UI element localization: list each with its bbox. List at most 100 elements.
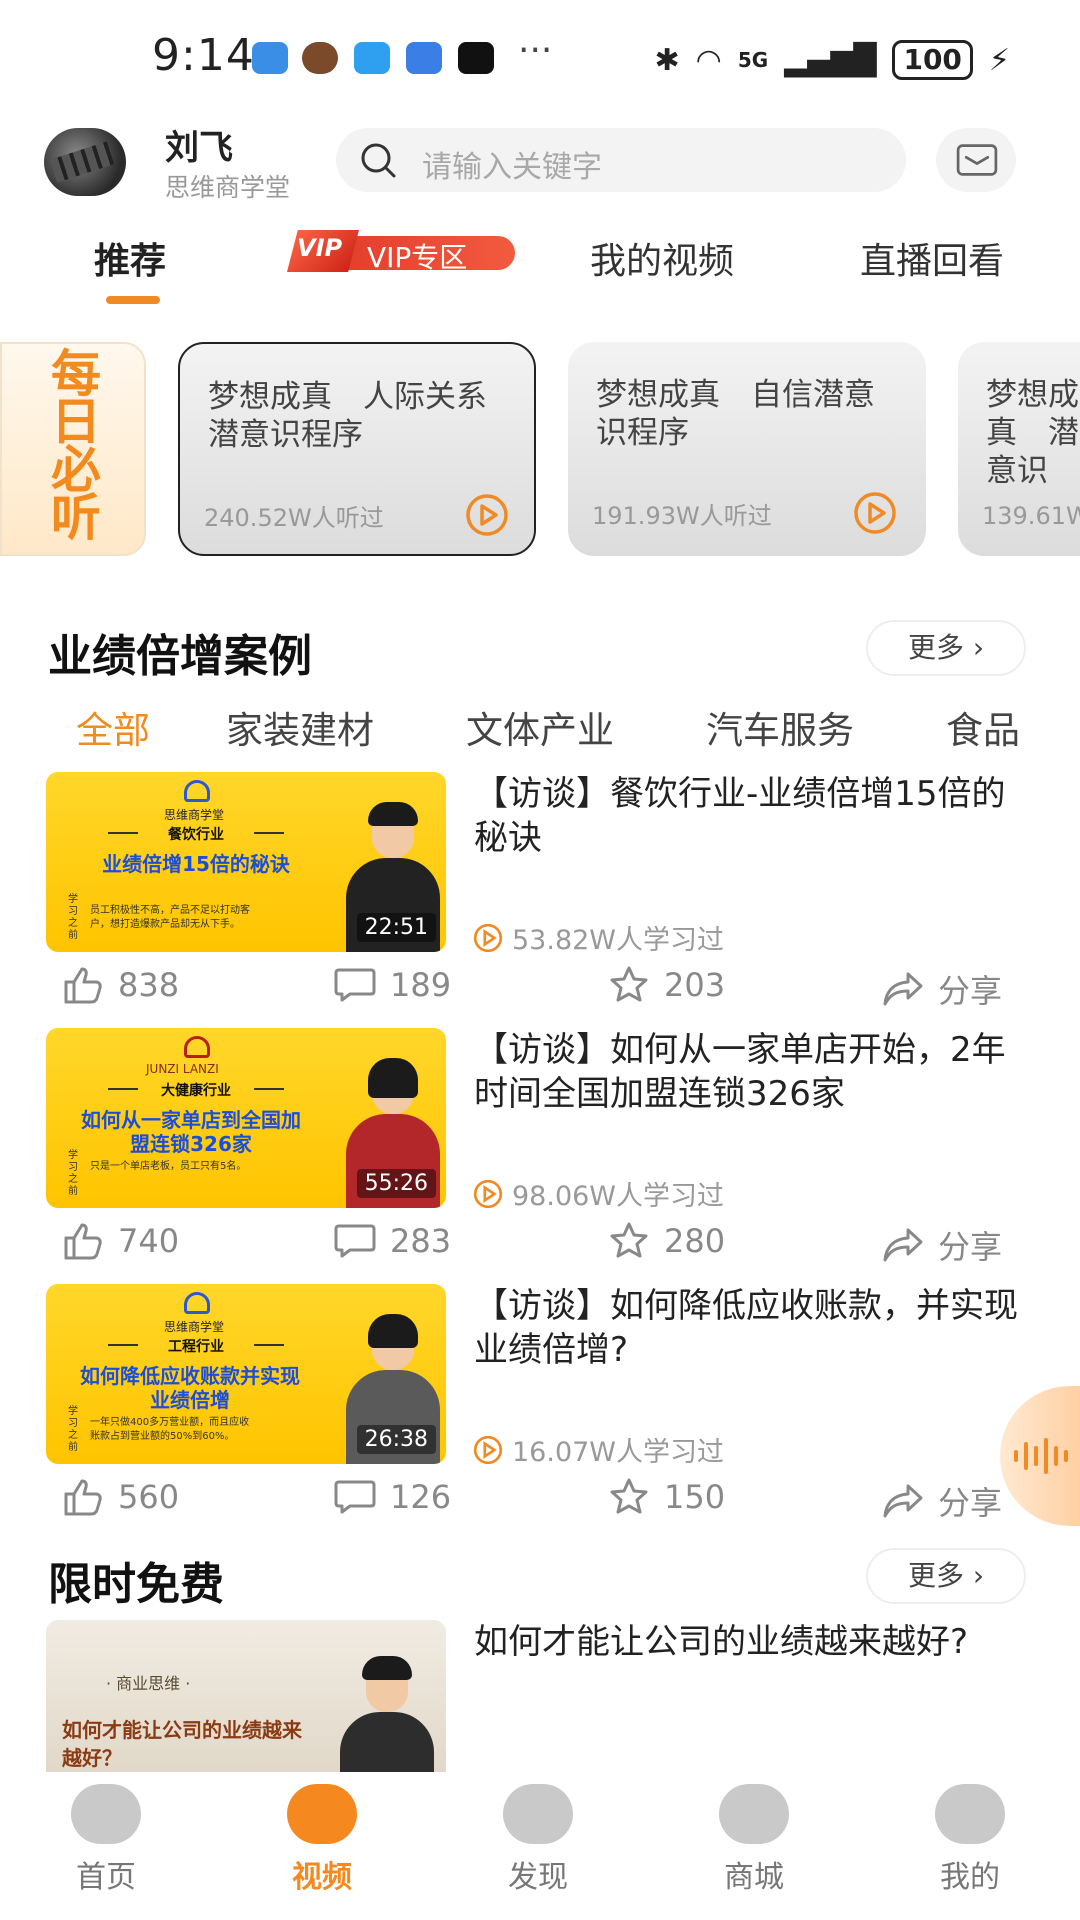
share-button[interactable]: 分享: [882, 1478, 1002, 1524]
daily-card-title: 梦想成真 人际关系潜意识程序: [208, 379, 487, 453]
share-icon: [883, 1484, 923, 1518]
profile-icon: [935, 1784, 1005, 1844]
video-duration: 26:38: [356, 1425, 436, 1454]
floating-audio-button[interactable]: [1000, 1386, 1080, 1526]
like-button[interactable]: 838: [62, 966, 179, 1004]
nav-home[interactable]: 首页: [46, 1784, 166, 1896]
play-icon: [473, 1179, 503, 1208]
share-icon: [883, 1228, 923, 1262]
cases-section-title: 业绩倍增案例: [48, 631, 312, 682]
battery-level: 100: [892, 40, 973, 80]
network-label: 5G: [737, 48, 769, 72]
play-icon: [473, 1435, 503, 1464]
tab-vip-label: VIP专区: [367, 241, 468, 274]
video-title[interactable]: 如何才能让公司的业绩越来越好?: [474, 1620, 1034, 1664]
nav-mall[interactable]: 商城: [694, 1784, 814, 1896]
status-time: 9:14: [152, 30, 255, 81]
daily-card-listeners: 191.93W人听过: [592, 502, 772, 530]
learners-count: 98.06W人学习过: [472, 1174, 724, 1213]
play-icon: [473, 923, 503, 952]
play-icon[interactable]: [464, 492, 510, 538]
free-more-button[interactable]: 更多 ›: [866, 1548, 1026, 1604]
nav-video[interactable]: 视频: [262, 1784, 382, 1896]
message-button[interactable]: [936, 128, 1016, 192]
favorite-button[interactable]: 280: [608, 1222, 725, 1260]
video-duration: 55:26: [356, 1169, 436, 1198]
cart-icon: [719, 1784, 789, 1844]
user-name[interactable]: 刘飞: [165, 120, 233, 169]
discover-tree-icon: [503, 1784, 573, 1844]
free-section-title: 限时免费: [48, 1559, 224, 1610]
filter-auto-service[interactable]: 汽车服务: [706, 700, 854, 754]
video-title[interactable]: 【访谈】如何降低应收账款，并实现业绩倍增?: [474, 1284, 1034, 1372]
mail-icon: [956, 144, 998, 176]
chevron-right-icon: ›: [972, 1559, 985, 1592]
comment-button[interactable]: 283: [334, 1222, 451, 1260]
play-icon[interactable]: [852, 490, 898, 536]
video-title[interactable]: 【访谈】餐饮行业-业绩倍增15倍的秘诀: [474, 772, 1034, 860]
brand-logo-icon: [184, 780, 210, 802]
usb-icon: [252, 42, 288, 74]
status-right: ✱ ◠ 5G ▂▄▆█ 100 ⚡: [654, 40, 1010, 80]
daily-card-listeners: 240.52W人听过: [204, 504, 384, 532]
learners-count: 53.82W人学习过: [472, 918, 724, 957]
bluetooth-icon: ✱: [654, 42, 680, 78]
charging-icon: ⚡: [988, 42, 1010, 78]
daily-listen-tag[interactable]: 每日必听: [0, 342, 146, 556]
speaker-image: [336, 1656, 436, 1780]
status-bar: 9:14 ··· ✱ ◠ 5G ▂▄▆█ 100 ⚡: [0, 0, 1080, 110]
tiktok-icon: [458, 42, 494, 74]
tab-recommend[interactable]: 推荐: [94, 232, 166, 284]
filter-food[interactable]: 食品: [946, 700, 1020, 754]
favorite-button[interactable]: 203: [608, 966, 725, 1004]
search-input[interactable]: 请输入关键字: [336, 128, 906, 192]
share-button[interactable]: 分享: [882, 1222, 1002, 1268]
tab-my-videos[interactable]: 我的视频: [590, 232, 734, 284]
comment-button[interactable]: 126: [334, 1478, 451, 1516]
user-org: 思维商学堂: [165, 173, 291, 202]
favorite-button[interactable]: 150: [608, 1478, 725, 1516]
search-icon: [361, 143, 396, 178]
more-notifications-icon: ···: [518, 30, 553, 71]
tab-live-replay[interactable]: 直播回看: [860, 232, 1004, 284]
video-thumbnail[interactable]: JUNZI LANZI 大健康行业 如何从一家单店到全国加盟连锁326家 学习之…: [46, 1028, 446, 1208]
video-thumbnail[interactable]: 思维商学堂 工程行业 如何降低应收账款并实现业绩倍增 学习之前 一年只做400多…: [46, 1284, 446, 1464]
nav-discover[interactable]: 发现: [478, 1784, 598, 1896]
video-title[interactable]: 【访谈】如何从一家单店开始，2年时间全国加盟连锁326家: [474, 1028, 1034, 1116]
video-thumbnail[interactable]: 思维商学堂 餐饮行业 业绩倍增15倍的秘诀 学习之前 员工积极性不高，产品不足以…: [46, 772, 446, 952]
signal-icon: ▂▄▆█: [784, 42, 877, 78]
daily-card[interactable]: 梦想成真 自信潜意识程序 191.93W人听过: [568, 342, 926, 556]
filter-sports-culture[interactable]: 文体产业: [466, 700, 614, 754]
comment-icon: [334, 968, 376, 1002]
data-transfer-icon: [406, 42, 442, 74]
avatar[interactable]: [44, 128, 126, 196]
filter-all[interactable]: 全部: [76, 700, 150, 754]
chevron-right-icon: ›: [972, 631, 985, 664]
daily-card-title: 梦想成真 潜意识: [986, 377, 1079, 489]
app-notification-icon: [302, 42, 338, 74]
comment-button[interactable]: 189: [334, 966, 451, 1004]
cases-more-button[interactable]: 更多 ›: [866, 620, 1026, 676]
daily-card[interactable]: 梦想成真 潜意识 139.61W人听过: [958, 342, 1080, 556]
thumbs-up-icon: [64, 967, 102, 1004]
daily-card[interactable]: 梦想成真 人际关系潜意识程序 240.52W人听过: [178, 342, 536, 556]
thumbs-up-icon: [64, 1223, 102, 1260]
wifi-icon: ◠: [695, 42, 722, 78]
bottom-nav: 首页 视频 发现 商城 我的: [0, 1772, 1080, 1920]
star-icon: [610, 966, 648, 1002]
search-placeholder: 请输入关键字: [422, 150, 602, 185]
filter-home-building[interactable]: 家装建材: [226, 700, 374, 754]
video-duration: 22:51: [356, 913, 436, 942]
video-thumbnail[interactable]: · 商业思维 · 如何才能让公司的业绩越来越好？: [46, 1620, 446, 1780]
daily-card-listeners: 139.61W人听过: [982, 502, 1080, 530]
brand-logo-icon: [184, 1292, 210, 1314]
nav-mine[interactable]: 我的: [910, 1784, 1030, 1896]
home-icon: [71, 1784, 141, 1844]
like-button[interactable]: 560: [62, 1478, 179, 1516]
comment-icon: [334, 1224, 376, 1258]
like-button[interactable]: 740: [62, 1222, 179, 1260]
tab-vip[interactable]: VIP VIP专区: [285, 230, 519, 274]
share-button[interactable]: 分享: [882, 966, 1002, 1012]
star-icon: [610, 1478, 648, 1514]
vip-diamond-icon: VIP: [287, 230, 359, 272]
